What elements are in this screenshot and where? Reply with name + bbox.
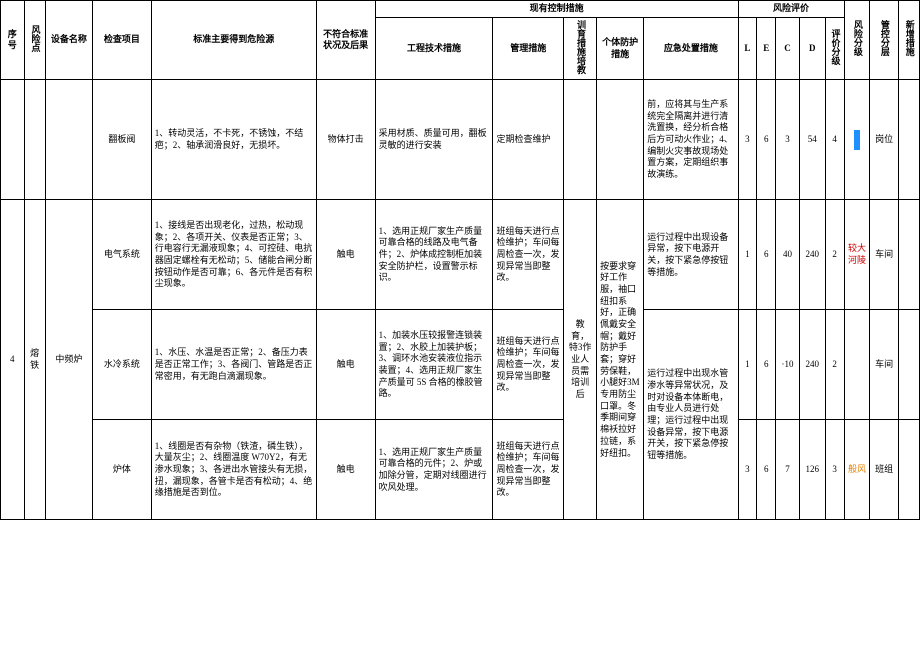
col-mgmt: 管理措施: [493, 17, 564, 80]
cell-hazard: 1、接线是否出现老化，过热，松动现象；2、各项开关、仪表是否正常；3、行电容行无…: [151, 200, 316, 310]
col-main-hazard: 标准主要得到危险源: [151, 1, 316, 80]
table-row: 水冷系统 1、水压、水温是否正常；2、备压力表是否正常工作；3、各阀门、管路是否…: [1, 310, 920, 420]
cell-risk-point: 熔铁: [24, 200, 45, 520]
cell-train-edu: 教育，特3作业人员需培训后: [564, 200, 597, 520]
col-C: C: [776, 17, 800, 80]
cell-C: 40: [776, 200, 800, 310]
table-row: 翻板阀 1、转动灵活，不卡死，不锈蚀，不结疤；2、轴承润滑良好，无损坏。 物体打…: [1, 80, 920, 200]
cell-hazard: 1、水压、水温是否正常；2、备压力表是否正常工作；3、各阀门、管路是否正常密用，…: [151, 310, 316, 420]
cell-eng-tech: 1、选用正规厂家生产质量可靠合格的元件；2、炉或加除分管，定期对线圈进行吹风处理…: [375, 420, 493, 520]
cell-mgmt: 班组每天进行点检维护；车间每周检查一次，发现异常当即整改。: [493, 200, 564, 310]
cell-hazard: 1、转动灵活，不卡死，不锈蚀，不结疤；2、轴承润滑良好，无损坏。: [151, 80, 316, 200]
cell-eval: 2: [825, 310, 844, 420]
cell-seq: 4: [1, 200, 25, 520]
cell-check-item: 炉体: [92, 420, 151, 520]
col-E: E: [757, 17, 776, 80]
cell-C: ·10: [776, 310, 800, 420]
cell-risk-level: 般风: [844, 420, 870, 520]
col-emergency: 应急处置措施: [644, 17, 738, 80]
cell-ppe: 按要求穿好工作服，袖口纽扣系好，正确佩戴安全帽；戴好防护手套；穿好劳保鞋，小腿好…: [597, 200, 644, 520]
cell-eval: 2: [825, 200, 844, 310]
table-header: 序号 风险点 设备名称 检查项目 标准主要得到危险源 不符合标准状况及后果 现有…: [1, 1, 920, 80]
col-eval-level: 评价分级: [825, 17, 844, 80]
col-control-layer: 管控分层: [870, 1, 898, 80]
cell-emergency: 前，应将其与生产系统完全隔离并进行清洗置换，经分析合格后方可动火作业；4、编制火…: [644, 80, 738, 200]
col-seq: 序号: [1, 1, 25, 80]
cell-emergency: 运行过程中出现水管渗水等异常状况，及时对设备本体断电，由专业人员进行处理；运行过…: [644, 310, 738, 520]
cell-ppe: [597, 80, 644, 200]
blue-bar-icon: [854, 130, 860, 150]
cell-check-item: 电气系统: [92, 200, 151, 310]
cell-train-edu: [564, 80, 597, 200]
cell-D: 240: [799, 200, 825, 310]
cell-emergency: 运行过程中出现设备异常，按下电源开关，按下紧急停按钮等措施。: [644, 200, 738, 310]
col-D: D: [799, 17, 825, 80]
cell-new-measure: [898, 200, 919, 310]
col-device-name: 设备名称: [45, 1, 92, 80]
cell-mgmt: 班组每天进行点检维护；车间每周检查一次，发现异常当即整改。: [493, 420, 564, 520]
cell-mgmt: 班组每天进行点检维护；车间每周检查一次，发现异常当即整改。: [493, 310, 564, 420]
table-row: 4 熔铁 中频炉 电气系统 1、接线是否出现老化，过热，松动现象；2、各项开关、…: [1, 200, 920, 310]
cell-E: 6: [757, 420, 776, 520]
col-L: L: [738, 17, 757, 80]
cell-control-layer: 岗位: [870, 80, 898, 200]
col-eng-tech: 工程技术措施: [375, 17, 493, 80]
cell-D: 54: [799, 80, 825, 200]
cell-risk-level: [844, 80, 870, 200]
cell-control-layer: 班组: [870, 420, 898, 520]
col-non-conform: 不符合标准状况及后果: [316, 1, 375, 80]
col-ppe: 个体防护措施: [597, 17, 644, 80]
cell-eval: 4: [825, 80, 844, 200]
col-risk-eval: 风险评价: [738, 1, 844, 18]
col-risk-point: 风险点: [24, 1, 45, 80]
cell-D: 126: [799, 420, 825, 520]
cell-eng-tech: 1、加装水压较报警连锁装置；2、水胶上加装护板；3、调环水池安装液位指示装置；4…: [375, 310, 493, 420]
cell-control-layer: 车间: [870, 200, 898, 310]
cell-E: 6: [757, 310, 776, 420]
cell-risk-point: [24, 80, 45, 200]
cell-non-conform: 物体打击: [316, 80, 375, 200]
cell-non-conform: 触电: [316, 200, 375, 310]
cell-risk-level: [844, 310, 870, 420]
table-row: 炉体 1、线圈是否有杂物（铁渣，磷生铁），大量灰尘；2、线圈温度 W70Y2，有…: [1, 420, 920, 520]
col-train-edu: 训育措施培教: [564, 17, 597, 80]
cell-device-name: [45, 80, 92, 200]
cell-check-item: 翻板阀: [92, 80, 151, 200]
cell-L: 1: [738, 310, 757, 420]
cell-C: 7: [776, 420, 800, 520]
risk-assessment-table: 序号 风险点 设备名称 检查项目 标准主要得到危险源 不符合标准状况及后果 现有…: [0, 0, 920, 520]
col-new-measure: 新增措施: [898, 1, 919, 80]
cell-non-conform: 触电: [316, 420, 375, 520]
cell-D: 240: [799, 310, 825, 420]
col-risk-level: 风险分级: [844, 1, 870, 80]
cell-L: 3: [738, 420, 757, 520]
cell-risk-level: 较大河陵: [844, 200, 870, 310]
col-check-item: 检查项目: [92, 1, 151, 80]
cell-device-name: 中频炉: [45, 200, 92, 520]
cell-eng-tech: 1、选用正规厂家生产质量可靠合格的线路及电气备件；2、炉体成控制柜加装安全防护栏…: [375, 200, 493, 310]
cell-E: 6: [757, 200, 776, 310]
cell-mgmt: 定期检查维护: [493, 80, 564, 200]
cell-E: 6: [757, 80, 776, 200]
cell-hazard: 1、线圈是否有杂物（铁渣，磷生铁），大量灰尘；2、线圈温度 W70Y2，有无渗水…: [151, 420, 316, 520]
cell-L: 1: [738, 200, 757, 310]
cell-non-conform: 触电: [316, 310, 375, 420]
col-current-control: 现有控制措施: [375, 1, 738, 18]
cell-new-measure: [898, 310, 919, 420]
cell-new-measure: [898, 420, 919, 520]
cell-seq: [1, 80, 25, 200]
cell-L: 3: [738, 80, 757, 200]
cell-eng-tech: 采用材质、质量可用，翻板灵敏的进行安装: [375, 80, 493, 200]
cell-control-layer: 车间: [870, 310, 898, 420]
cell-new-measure: [898, 80, 919, 200]
cell-C: 3: [776, 80, 800, 200]
cell-check-item: 水冷系统: [92, 310, 151, 420]
cell-eval: 3: [825, 420, 844, 520]
